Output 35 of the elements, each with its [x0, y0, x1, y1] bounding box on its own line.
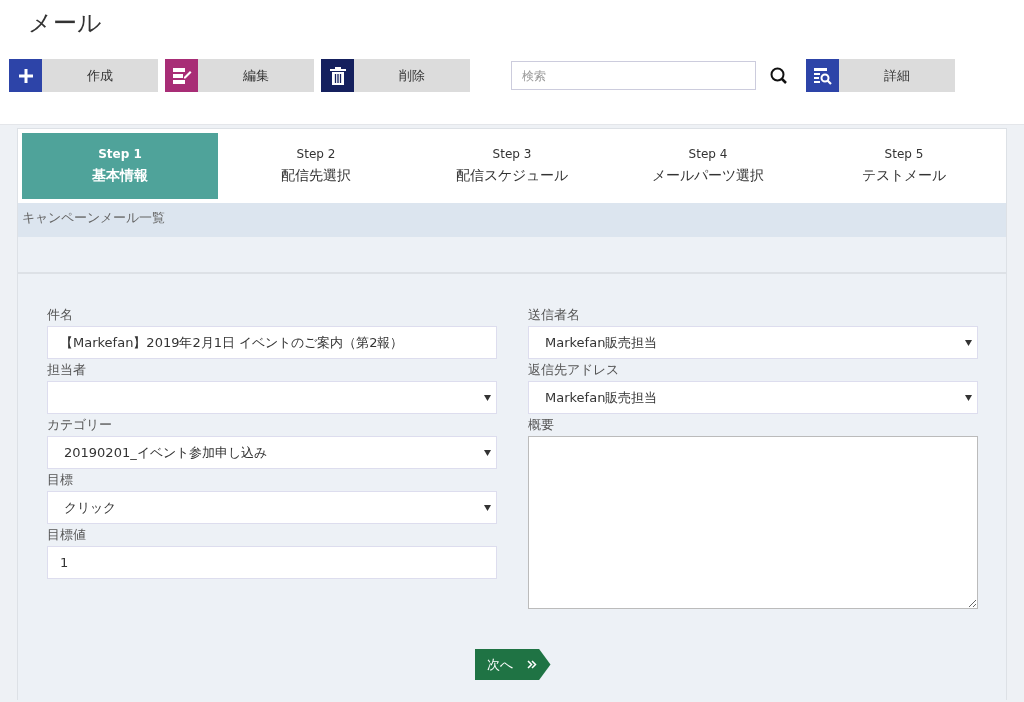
dropdown-arrow-icon: [484, 449, 491, 456]
field-label: カテゴリー: [47, 416, 112, 434]
trash-icon: [329, 66, 346, 85]
search-icon[interactable]: [770, 66, 788, 85]
dropdown-arrow-icon: [965, 394, 972, 401]
plus-icon: [17, 67, 34, 84]
section-heading: キャンペーンメール一覧: [18, 203, 1006, 237]
select-field[interactable]: クリック: [47, 491, 497, 524]
select-field[interactable]: Markefan販売担当: [528, 326, 978, 359]
textarea-field[interactable]: [528, 436, 978, 609]
dropdown-arrow-icon: [484, 504, 491, 511]
edit-button[interactable]: 編集: [165, 59, 314, 92]
field-label: 返信先アドレス: [528, 361, 619, 379]
select-field[interactable]: Markefan販売担当: [528, 381, 978, 414]
field-label: 目標値: [47, 526, 86, 544]
select-field[interactable]: [47, 381, 497, 414]
search-list-icon: [812, 66, 833, 85]
text-field[interactable]: 【Markefan】2019年2月1日 イベントのご案内（第2報）: [47, 326, 497, 359]
delete-button[interactable]: 削除: [321, 59, 470, 92]
page-title: メール: [28, 8, 102, 38]
field-label: 概要: [528, 416, 554, 434]
select-field[interactable]: 20190201_イベント参加申し込み: [47, 436, 497, 469]
detail-button[interactable]: 詳細: [806, 59, 955, 92]
search-field[interactable]: 検索: [511, 61, 756, 90]
field-label: 担当者: [47, 361, 86, 379]
double-chevron-icon: [526, 660, 537, 669]
dropdown-arrow-icon: [965, 339, 972, 346]
dropdown-arrow-icon: [484, 394, 491, 401]
field-label: 件名: [47, 306, 73, 324]
field-label: 目標: [47, 471, 73, 489]
field-label: 送信者名: [528, 306, 580, 324]
text-field[interactable]: 1: [47, 546, 497, 579]
next-button[interactable]: 次へ: [474, 649, 551, 680]
add-button[interactable]: 作成: [9, 59, 158, 92]
edit-icon: [171, 66, 192, 85]
